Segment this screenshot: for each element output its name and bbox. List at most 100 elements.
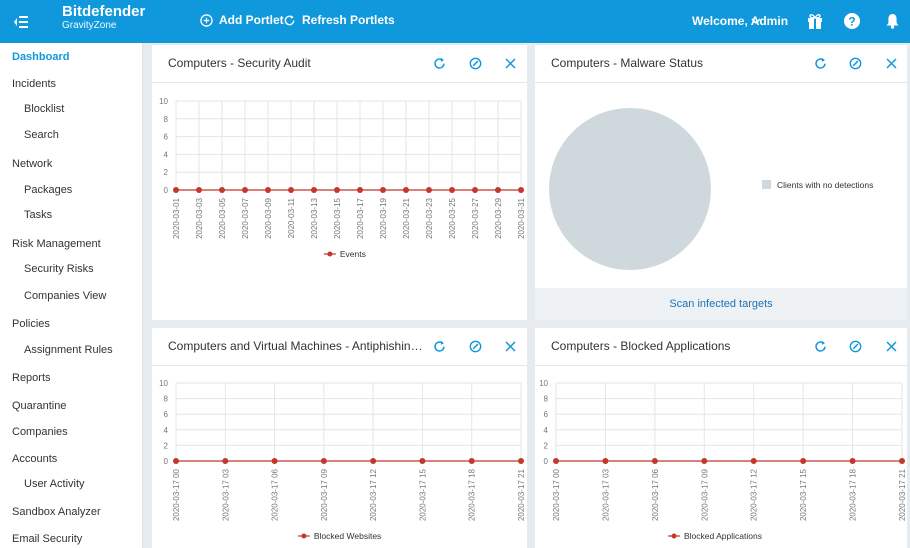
sidebar-item-user-activity[interactable]: User Activity	[0, 471, 143, 497]
y-tick-label: 4	[164, 150, 169, 159]
refresh-icon[interactable]	[432, 56, 446, 70]
close-icon[interactable]	[503, 56, 517, 70]
data-point	[380, 187, 386, 193]
data-point	[701, 458, 708, 464]
data-point	[518, 187, 524, 193]
refresh-icon	[284, 14, 295, 25]
sidebar-item-reports[interactable]: Reports	[0, 365, 143, 391]
portlet-title: Computers - Security Audit	[168, 56, 311, 70]
sidebar-item-companies-view[interactable]: Companies View	[0, 283, 143, 309]
x-tick-label: 2020-03-01	[172, 197, 181, 238]
brand-logo[interactable]: Bitdefender GravityZone	[62, 4, 145, 32]
x-tick-label: 2020-03-03	[195, 197, 204, 238]
close-icon[interactable]	[503, 339, 517, 353]
add-portlet-label: Add Portlet	[219, 13, 284, 27]
sidebar-item-blocklist[interactable]: Blocklist	[0, 96, 143, 122]
data-point	[196, 187, 202, 193]
x-tick-label: 2020-03-05	[218, 197, 227, 238]
data-point	[265, 187, 271, 193]
data-point	[357, 187, 363, 193]
legend-swatch-point	[671, 533, 677, 539]
data-point	[602, 458, 609, 464]
sidebar-item-incidents[interactable]: Incidents	[0, 71, 143, 97]
data-point	[320, 458, 327, 464]
sidebar-item-network[interactable]: Network	[0, 151, 143, 177]
y-tick-label: 8	[544, 395, 549, 404]
sidebar-item-accounts[interactable]: Accounts	[0, 446, 143, 472]
data-point	[750, 458, 757, 464]
refresh-icon[interactable]	[813, 339, 827, 353]
y-tick-label: 0	[164, 457, 169, 466]
data-point	[173, 458, 179, 464]
legend-swatch-point	[301, 533, 307, 539]
settings-icon[interactable]	[468, 339, 482, 353]
sidebar-item-policies[interactable]: Policies	[0, 311, 143, 337]
plus-circle-icon	[200, 13, 213, 27]
x-tick-label: 2020-03-17 12	[750, 468, 759, 521]
sidebar-nav: Dashboard Incidents Blocklist Search Net…	[0, 43, 143, 548]
x-tick-label: 2020-03-17 00	[172, 468, 181, 521]
sidebar-item-tasks[interactable]: Tasks	[0, 202, 143, 228]
add-portlet-button[interactable]: Add Portlet	[200, 13, 284, 27]
bell-icon[interactable]	[883, 12, 901, 30]
x-tick-label: 2020-03-23	[425, 197, 434, 238]
data-point	[651, 458, 658, 464]
y-tick-label: 2	[544, 441, 549, 450]
refresh-portlets-button[interactable]: Refresh Portlets	[283, 13, 395, 27]
scan-infected-targets-link[interactable]: Scan infected targets	[669, 298, 772, 310]
portlet-header: Computers - Security Audit	[152, 45, 527, 83]
settings-icon[interactable]	[468, 56, 482, 70]
sidebar-item-security-risks[interactable]: Security Risks	[0, 256, 143, 282]
y-tick-label: 8	[164, 395, 169, 404]
data-point	[426, 187, 432, 193]
x-tick-label: 2020-03-17 21	[517, 468, 526, 521]
sidebar-item-quarantine[interactable]: Quarantine	[0, 393, 143, 419]
sidebar-item-companies[interactable]: Companies	[0, 419, 143, 445]
sidebar-item-email-security[interactable]: Email Security	[0, 526, 143, 548]
sidebar-item-sandbox-analyzer[interactable]: Sandbox Analyzer	[0, 499, 143, 525]
portlet-malware-status: Computers - Malware Status Clients with …	[535, 45, 907, 320]
sidebar-item-dashboard[interactable]: Dashboard	[0, 44, 143, 70]
portlet-antiphishing: Computers and Virtual Machines - Antiphi…	[152, 328, 527, 548]
portlet-title: Computers - Blocked Applications	[551, 339, 731, 353]
data-point	[311, 187, 317, 193]
x-tick-label: 2020-03-29	[494, 197, 503, 238]
chevron-down-icon[interactable]	[749, 13, 763, 29]
help-icon[interactable]: ?	[843, 12, 861, 30]
settings-icon[interactable]	[848, 339, 862, 353]
legend-label: Blocked Applications	[684, 531, 762, 541]
legend-label: Clients with no detections	[777, 180, 873, 190]
sidebar-item-search[interactable]: Search	[0, 122, 143, 148]
data-point	[222, 458, 229, 464]
x-tick-label: 2020-03-17 09	[320, 468, 329, 521]
portlet-title: Computers and Virtual Machines - Antiphi…	[168, 339, 426, 353]
antiphishing-chart: 0 2 4 6 8 10 2020-03-17 00 2020-03-17 03 2020-03…	[159, 379, 526, 541]
sidebar-item-risk-management[interactable]: Risk Management	[0, 231, 143, 257]
product-name: GravityZone	[62, 20, 117, 31]
sidebar-item-assignment-rules[interactable]: Assignment Rules	[0, 337, 143, 363]
legend-swatch-point	[327, 251, 333, 257]
data-point	[219, 187, 225, 193]
collapse-menu-icon[interactable]	[8, 9, 34, 35]
data-point	[334, 187, 340, 193]
welcome-user-menu[interactable]: Welcome, Admin	[692, 14, 788, 28]
y-tick-label: 6	[544, 410, 549, 419]
data-point	[419, 458, 426, 464]
scan-infected-bar: Scan infected targets	[535, 288, 907, 320]
sidebar-item-packages[interactable]: Packages	[0, 177, 143, 203]
x-tick-label: 2020-03-17 09	[700, 468, 709, 521]
refresh-icon[interactable]	[813, 56, 827, 70]
data-point	[468, 458, 475, 464]
settings-icon[interactable]	[848, 56, 862, 70]
y-tick-label: 10	[159, 379, 168, 388]
refresh-portlets-label: Refresh Portlets	[302, 13, 395, 27]
refresh-icon[interactable]	[432, 339, 446, 353]
x-tick-label: 2020-03-17 15	[418, 468, 427, 521]
close-icon[interactable]	[884, 56, 898, 70]
data-point	[173, 187, 179, 193]
y-tick-label: 4	[544, 426, 549, 435]
gift-icon[interactable]	[806, 12, 824, 30]
portlet-title: Computers - Malware Status	[551, 56, 704, 70]
close-icon[interactable]	[884, 339, 898, 353]
portlet-security-audit: Computers - Security Audit 0 2 4 6 8 10 2020-0…	[152, 45, 527, 320]
